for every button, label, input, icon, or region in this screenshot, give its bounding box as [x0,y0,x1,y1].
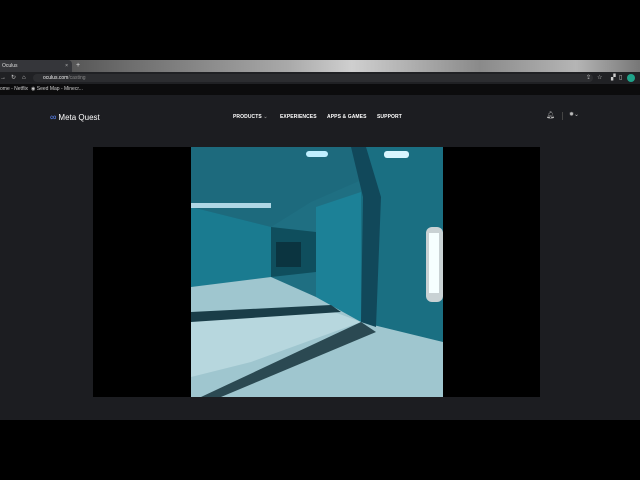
browser-tab-strip: Oculus × + [0,60,640,72]
browser-tab[interactable]: Oculus × [0,60,72,72]
bookmark-star-icon[interactable]: ☆ [597,73,602,83]
tab-title: Oculus [2,63,18,69]
share-icon[interactable]: ⇪ [586,73,591,83]
address-bar-row: → ↻ ⌂ oculus.com/casting ⇪ ☆ ▞ ▯ [0,72,640,84]
home-icon[interactable]: ⌂ [22,72,26,84]
user-menu-icon[interactable]: ✹⌄ [569,111,579,118]
vr-game-view [191,147,443,397]
url-input[interactable]: oculus.com/casting [33,74,593,82]
side-panel-icon[interactable]: ▯ [619,73,622,83]
nav-experiences[interactable]: EXPERIENCES [280,114,317,120]
profile-avatar[interactable] [627,74,635,82]
nav-label: PRODUCTS [233,114,262,120]
forward-icon[interactable]: → [0,72,6,84]
bookmark-label: Seed Map - Minecr... [36,86,83,92]
new-tab-button[interactable]: + [76,60,80,72]
url-host: oculus.com [43,75,69,81]
meta-quest-logo[interactable]: ∞ Meta Quest [50,112,100,122]
nav-products[interactable]: PRODUCTS ⌄ [233,114,268,120]
bookmark-netflix[interactable]: ome - Netflix [0,84,28,95]
bookmarks-bar: ome - Netflix ◉ Seed Map - Minecr... [0,84,640,95]
meta-infinity-icon: ∞ [50,112,57,122]
chevron-down-icon: ⌄ [263,114,268,120]
nav-support[interactable]: SUPPORT [377,114,402,120]
nav-apps-games[interactable]: APPS & GAMES [327,114,367,120]
extensions-icon[interactable]: ▞ [611,73,616,83]
tab-close-icon[interactable]: × [65,60,68,72]
bookmark-seed-map[interactable]: ◉ Seed Map - Minecr... [31,84,83,95]
logo-text: Meta Quest [58,112,100,122]
reload-icon[interactable]: ↻ [11,72,16,84]
divider [562,112,563,120]
notification-bell-icon[interactable]: 🔔︎ [546,111,555,119]
url-path: /casting [68,75,86,81]
oculus-casting-page: ∞ Meta Quest PRODUCTS ⌄ EXPERIENCES APPS … [0,95,640,420]
cast-video-player[interactable] [93,147,540,397]
